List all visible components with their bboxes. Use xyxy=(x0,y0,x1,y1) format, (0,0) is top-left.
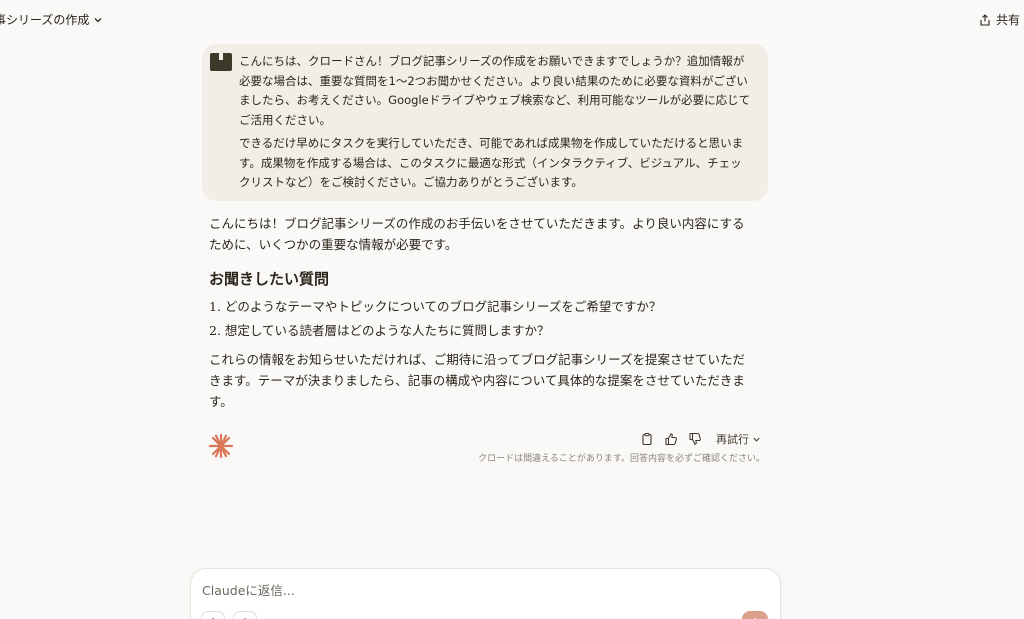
arrow-up-icon xyxy=(753,617,757,619)
assistant-heading: お聞きしたい質問 xyxy=(209,270,330,288)
assistant-closing: これらの情報をお知らせいただければ、ご期待に沿ってブログ記事シリーズを提案させて… xyxy=(209,352,746,409)
chat-title-menu[interactable]: 事シリーズの作成 xyxy=(0,11,103,28)
retry-button[interactable]: 再試行 xyxy=(716,431,761,447)
composer xyxy=(190,568,781,619)
reply-input[interactable] xyxy=(202,583,762,598)
top-bar: 事シリーズの作成 共有 xyxy=(0,0,1024,40)
user-avatar-icon xyxy=(210,53,232,71)
send-button[interactable] xyxy=(742,611,768,619)
share-icon xyxy=(980,13,990,26)
tools-icon xyxy=(242,618,248,619)
chat-title: 事シリーズの作成 xyxy=(0,13,90,27)
retry-label: 再試行 xyxy=(716,433,749,446)
thumbs-up-icon[interactable] xyxy=(664,432,678,446)
user-paragraph: こんにちは、クロードさん！ブログ記事シリーズの作成をお願いできますでしょうか？追… xyxy=(239,54,751,127)
copy-icon[interactable] xyxy=(640,432,654,446)
plus-icon xyxy=(212,618,214,619)
tools-button[interactable] xyxy=(233,611,257,619)
list-item: 1. どのようなテーマやトピックについてのブログ記事シリーズをご希望ですか？ xyxy=(209,299,662,314)
claude-spark-icon xyxy=(208,433,234,459)
add-attachment-button[interactable] xyxy=(201,611,225,619)
assistant-intro: こんにちは！ブログ記事シリーズの作成のお手伝いをさせていただきます。より良い内容… xyxy=(209,216,745,252)
disclaimer-text: クロードは間違えることがあります。回答内容を必ずご確認ください。 xyxy=(478,454,765,464)
thumbs-down-icon[interactable] xyxy=(688,432,702,446)
user-message: こんにちは、クロードさん！ブログ記事シリーズの作成をお願いできますでしょうか？追… xyxy=(202,44,768,201)
user-paragraph: できるだけ早めにタスクを実行していただき、可能であれば成果物を作成していただける… xyxy=(239,136,744,189)
share-label: 共有 xyxy=(995,13,1020,27)
list-item: 2. 想定している読者層はどのような人たちに質問しますか？ xyxy=(209,323,550,338)
message-actions: 再試行 xyxy=(640,430,761,448)
chevron-down-icon xyxy=(753,437,760,442)
share-button[interactable]: 共有 xyxy=(979,11,1020,28)
chevron-down-icon xyxy=(94,17,102,22)
user-message-text: こんにちは、クロードさん！ブログ記事シリーズの作成をお願いできますでしょうか？追… xyxy=(239,52,751,193)
assistant-message: こんにちは！ブログ記事シリーズの作成のお手伝いをさせていただきます。より良い内容… xyxy=(209,213,749,412)
question-list: 1. どのようなテーマやトピックについてのブログ記事シリーズをご希望ですか？ 2… xyxy=(209,295,749,343)
